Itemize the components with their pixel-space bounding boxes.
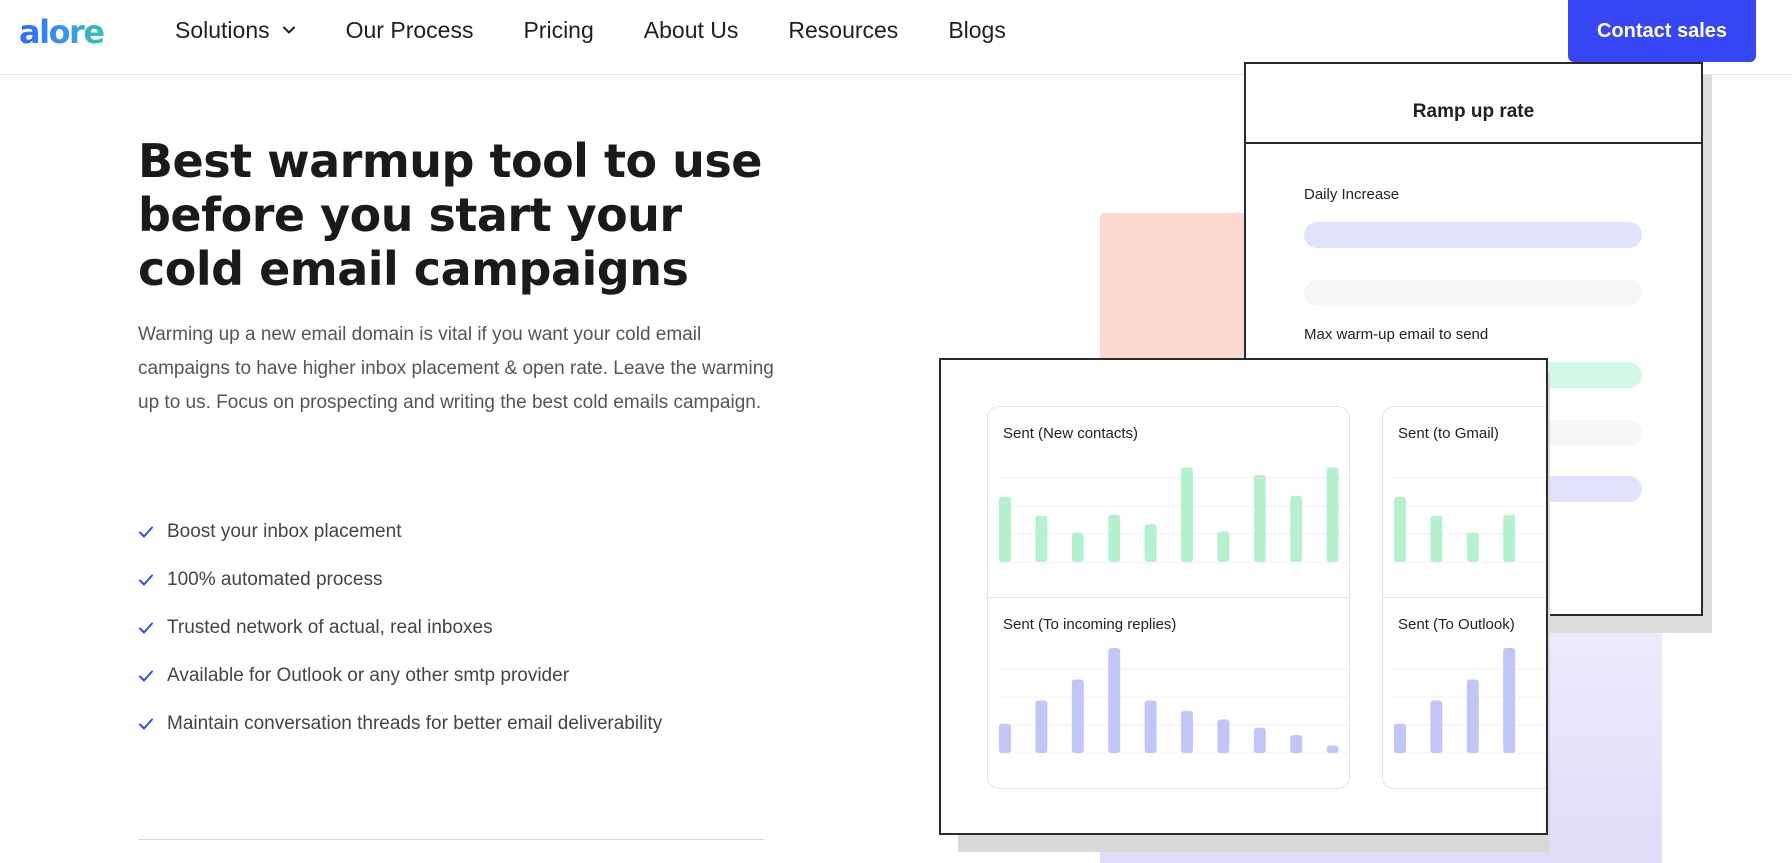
chart-card-outlook: Sent (To Outlook) bbox=[1382, 597, 1546, 789]
feature-list: Boost your inbox placement 100% automate… bbox=[138, 508, 662, 748]
chart-title: Sent (To incoming replies) bbox=[1003, 616, 1177, 633]
chart-bar bbox=[1071, 679, 1084, 753]
feature-text: Maintain conversation threads for better… bbox=[167, 713, 663, 734]
chart-bar bbox=[1217, 531, 1230, 562]
chart-bar bbox=[1035, 515, 1048, 562]
chart-bar bbox=[999, 496, 1011, 562]
chart-bar bbox=[1108, 514, 1121, 562]
feature-item: Maintain conversation threads for better… bbox=[138, 700, 662, 748]
main-nav: Solutions Our Process Pricing About Us R… bbox=[175, 0, 1056, 60]
chart-bar bbox=[1181, 467, 1193, 562]
chart-bar bbox=[1253, 727, 1266, 753]
chart-bar bbox=[1326, 467, 1339, 562]
contact-sales-button[interactable]: Contact sales bbox=[1568, 0, 1756, 62]
nav-resources[interactable]: Resources bbox=[788, 17, 898, 44]
nav-solutions[interactable]: Solutions bbox=[175, 17, 296, 44]
chart-bar bbox=[1503, 648, 1516, 753]
chart-bar bbox=[1253, 474, 1266, 562]
nav-blogs[interactable]: Blogs bbox=[948, 17, 1006, 44]
chart-bar bbox=[1394, 723, 1406, 753]
nav-pricing[interactable]: Pricing bbox=[523, 17, 593, 44]
hero-description: Warming up a new email domain is vital i… bbox=[138, 324, 774, 413]
placeholder-bar bbox=[1304, 280, 1642, 306]
check-icon bbox=[139, 670, 153, 682]
nav-solutions-label: Solutions bbox=[175, 16, 270, 43]
chart-bar bbox=[1035, 700, 1048, 753]
chevron-down-icon bbox=[282, 26, 295, 34]
chart-bar bbox=[999, 723, 1011, 753]
decorative-peach-block bbox=[1100, 213, 1250, 373]
section-divider bbox=[138, 839, 764, 840]
feature-text: 100% automated process bbox=[167, 569, 383, 590]
chart-title: Sent (to Gmail) bbox=[1398, 425, 1499, 442]
daily-increase-slider bbox=[1304, 222, 1642, 248]
chart-card-incoming-replies: Sent (To incoming replies) bbox=[987, 597, 1350, 789]
chart-card-new-contacts: Sent (New contacts) bbox=[987, 406, 1350, 598]
nav-our-process[interactable]: Our Process bbox=[346, 17, 474, 44]
chart-bar bbox=[1503, 514, 1516, 562]
chart-bar bbox=[1144, 700, 1157, 753]
feature-item: Boost your inbox placement bbox=[138, 508, 662, 556]
feature-text: Boost your inbox placement bbox=[167, 521, 402, 542]
feature-text: Trusted network of actual, real inboxes bbox=[167, 617, 493, 638]
chart-bar bbox=[1217, 719, 1230, 753]
chart-bar bbox=[1144, 524, 1157, 562]
hero-title: Best warmup tool to use before you start… bbox=[138, 134, 762, 296]
chart-bar bbox=[1430, 700, 1443, 753]
check-icon bbox=[139, 526, 153, 538]
ramp-panel-title: Ramp up rate bbox=[1246, 64, 1701, 144]
sent-stats-panel: Sent (New contacts) Sent (To incoming re… bbox=[939, 358, 1548, 835]
chart-bar bbox=[1108, 648, 1121, 753]
chart-card-gmail: Sent (to Gmail) bbox=[1382, 406, 1546, 598]
alore-logo[interactable]: alore bbox=[19, 12, 105, 52]
feature-item: Available for Outlook or any other smtp … bbox=[138, 652, 662, 700]
chart-bar bbox=[1071, 532, 1084, 562]
feature-text: Available for Outlook or any other smtp … bbox=[167, 665, 570, 686]
chart-bar bbox=[1394, 496, 1406, 562]
chart-bar bbox=[1290, 735, 1303, 753]
chart-bar bbox=[1326, 745, 1339, 753]
nav-about-us[interactable]: About Us bbox=[644, 17, 739, 44]
feature-item: Trusted network of actual, real inboxes bbox=[138, 604, 662, 652]
check-icon bbox=[139, 622, 153, 634]
chart-title: Sent (New contacts) bbox=[1003, 425, 1139, 442]
chart-title: Sent (To Outlook) bbox=[1398, 616, 1515, 633]
check-icon bbox=[139, 718, 153, 730]
chart-bar bbox=[1466, 679, 1479, 753]
chart-bar bbox=[1181, 711, 1193, 753]
chart-bar bbox=[1290, 495, 1303, 562]
max-warmup-label: Max warm-up email to send bbox=[1304, 326, 1489, 343]
chart-bar bbox=[1430, 515, 1443, 562]
chart-bar bbox=[1466, 532, 1479, 562]
daily-increase-label: Daily Increase bbox=[1304, 186, 1400, 203]
feature-item: 100% automated process bbox=[138, 556, 662, 604]
check-icon bbox=[139, 574, 153, 586]
